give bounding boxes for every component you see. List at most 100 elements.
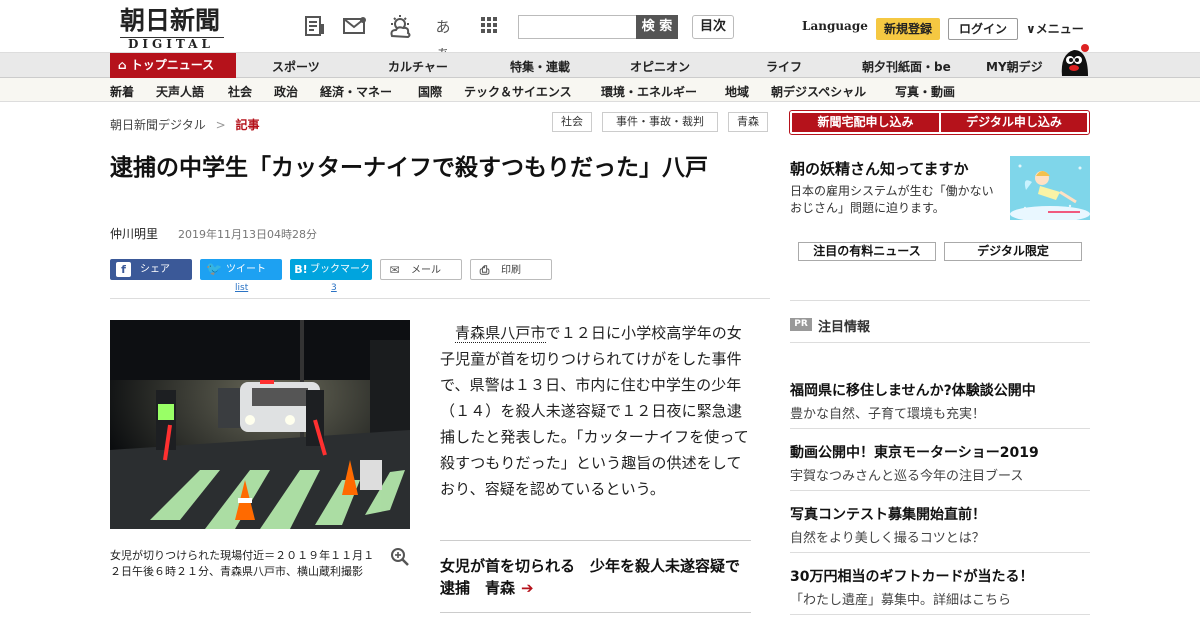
breadcrumb: 朝日新聞デジタル > 記事	[110, 116, 260, 133]
menu-label: メニュー	[1035, 22, 1084, 36]
twitter-share-button[interactable]: 🐦 ツイート	[200, 259, 282, 280]
grid-menu-icon[interactable]	[476, 14, 502, 40]
envelope-icon: ✉	[389, 263, 400, 277]
language-link[interactable]: Language	[802, 19, 868, 33]
nav2-special[interactable]: 朝デジスペシャル	[771, 83, 866, 100]
twitter-share-label: ツイート	[226, 264, 266, 275]
hatena-count[interactable]: 3	[331, 283, 337, 293]
zoom-icon[interactable]	[390, 547, 410, 567]
logo-jp-text: 朝日新聞	[120, 6, 221, 35]
pr-item-divider	[790, 614, 1090, 615]
nav-opinion[interactable]: オピニオン	[630, 58, 690, 75]
facebook-share-button[interactable]: f シェア	[110, 259, 192, 280]
nav-my-asahi[interactable]: MY朝デジ	[986, 58, 1043, 75]
related-article[interactable]: 女児が首を切られる 少年を殺人未遂容疑で逮捕 青森 ➔	[440, 540, 751, 613]
nav-features[interactable]: 特集・連載	[510, 58, 570, 75]
nav2-photo[interactable]: 写真・動画	[895, 83, 955, 100]
pr-item-text[interactable]: 「わたし遺産」募集中。詳細はこちら	[790, 589, 1011, 608]
breadcrumb-home[interactable]: 朝日新聞デジタル	[110, 118, 206, 132]
site-logo[interactable]: 朝日新聞 DIGITAL	[110, 6, 230, 51]
breadcrumb-current: 記事	[235, 118, 260, 132]
feature-title[interactable]: 朝の妖精さん知ってますか	[790, 158, 969, 179]
pr-item-divider	[790, 490, 1090, 491]
facebook-share-label: シェア	[140, 264, 170, 275]
pr-divider	[790, 342, 1090, 343]
nav2-environment[interactable]: 環境・エネルギー	[601, 83, 697, 100]
article-body-text: で１２日に小学校高学年の女子児童が首を切りつけられてけがをした事件で、県警は１３…	[440, 324, 749, 498]
subscribe-paper-button[interactable]: 新聞宅配申し込み	[792, 113, 939, 132]
index-button[interactable]: 目次	[692, 15, 734, 39]
menu-button[interactable]: ∨メニュー	[1026, 20, 1084, 37]
nav-sports[interactable]: スポーツ	[272, 58, 320, 75]
pr-item-title[interactable]: 福岡県に移住しませんか?体験談公開中	[790, 380, 1036, 400]
nav2-new[interactable]: 新着	[110, 83, 134, 100]
nav2-politics[interactable]: 政治	[274, 83, 298, 100]
pr-item-text[interactable]: 宇賀なつみさんと巡る今年の注目ブース	[790, 465, 1023, 484]
related-article-label: 女児が首を切られる 少年を殺人未遂容疑で逮捕 青森	[440, 557, 741, 597]
hatena-icon: B!	[294, 263, 308, 276]
nav-top-news-label: トップニュース	[130, 58, 215, 72]
pr-section-title: 注目情報	[818, 320, 871, 335]
nav2-tech[interactable]: テック＆サイエンス	[464, 83, 572, 100]
mail-icon[interactable]	[342, 14, 368, 40]
nav2-international[interactable]: 国際	[418, 83, 442, 100]
nav2-region[interactable]: 地域	[725, 83, 749, 100]
pr-item-divider	[790, 428, 1090, 429]
tag-incident[interactable]: 事件・事故・裁判	[602, 112, 718, 132]
secondary-nav: 新着 天声人語 社会 政治 経済・マネー 国際 テック＆サイエンス 環境・エネル…	[0, 78, 1200, 102]
pr-item-text[interactable]: 豊かな自然、子育て環境も充実！	[790, 403, 985, 422]
weather-icon[interactable]	[386, 14, 412, 40]
digital-only-button[interactable]: デジタル限定	[944, 242, 1082, 261]
pr-item-title[interactable]: 写真コンテスト募集開始直前！	[790, 504, 986, 524]
article-author: 仲川明里	[110, 227, 159, 241]
nav-life[interactable]: ライフ	[766, 58, 802, 75]
chevron-down-icon: ∨	[1026, 22, 1036, 36]
pr-item-title[interactable]: 30万円相当のギフトカードが当たる！	[790, 566, 1033, 586]
pr-badge: PR	[790, 318, 812, 331]
paid-news-button[interactable]: 注目の有料ニュース	[798, 242, 936, 261]
subscribe-box: 新聞宅配申し込み デジタル申し込み	[789, 110, 1090, 135]
feature-image[interactable]	[1010, 156, 1090, 220]
feature-text[interactable]: 日本の雇用システムが生む「働かないおじさん」問題に迫ります。	[790, 183, 1005, 217]
nav-culture[interactable]: カルチャー	[388, 58, 448, 75]
pr-item-divider	[790, 552, 1090, 553]
font-size-icon[interactable]: あぁ	[430, 14, 456, 62]
hatena-bookmark-label: ブックマーク	[310, 264, 370, 275]
article-date: 2019年11月13日04時28分	[178, 228, 317, 241]
printer-icon: ⎙	[479, 263, 490, 277]
logo-en-text: DIGITAL	[128, 37, 214, 51]
facebook-icon: f	[116, 262, 131, 277]
body-place-link[interactable]: 青森県八戸市	[455, 324, 546, 343]
photo-caption: 女児が切りつけられた現場付近＝２０１９年１１月１２日午後６時２１分、青森県八戸市…	[110, 549, 375, 578]
search-input[interactable]	[518, 15, 638, 39]
nav-top-news[interactable]: ⌂ トップニュース	[110, 53, 236, 78]
tag-society[interactable]: 社会	[552, 112, 592, 132]
related-article-title[interactable]: 女児が首を切られる 少年を殺人未遂容疑で逮捕 青森 ➔	[440, 555, 751, 599]
login-button[interactable]: ログイン	[948, 18, 1018, 40]
twitter-count[interactable]: list	[235, 283, 248, 293]
subscribe-digital-button[interactable]: デジタル申し込み	[941, 113, 1087, 132]
print-button[interactable]: ⎙ 印刷	[470, 259, 552, 280]
nav-papers[interactable]: 朝夕刊紙面・be	[862, 58, 951, 75]
print-label: 印刷	[501, 265, 521, 276]
breadcrumb-separator: >	[215, 118, 226, 132]
article-body: 青森県八戸市で１２日に小学校高学年の女子児童が首を切りつけられてけがをした事件で…	[440, 320, 750, 502]
arrow-right-icon: ➔	[521, 579, 534, 597]
tag-aomori[interactable]: 青森	[728, 112, 768, 132]
nav2-tensei[interactable]: 天声人語	[156, 83, 204, 100]
article-title: 逮捕の中学生「カッターナイフで殺すつもりだった」八戸	[110, 155, 708, 181]
article-photo[interactable]	[110, 320, 410, 529]
twitter-bird-icon: 🐦	[206, 262, 223, 277]
pr-item-text[interactable]: 自然をより美しく撮るコツとは？	[790, 527, 985, 546]
register-button[interactable]: 新規登録	[876, 18, 940, 40]
hatena-bookmark-button[interactable]: B! ブックマーク	[290, 259, 372, 280]
primary-nav: ⌂ トップニュース スポーツ カルチャー 特集・連載 オピニオン ライフ 朝夕刊…	[0, 52, 1200, 78]
nav2-economy[interactable]: 経済・マネー	[320, 83, 392, 100]
newspaper-icon[interactable]	[302, 14, 328, 40]
mail-share-label: メール	[411, 265, 441, 276]
nav2-society[interactable]: 社会	[228, 83, 252, 100]
home-icon: ⌂	[118, 58, 131, 72]
search-button[interactable]: 検 索	[636, 15, 678, 39]
mail-share-button[interactable]: ✉ メール	[380, 259, 462, 280]
pr-item-title[interactable]: 動画公開中！東京モーターショー2019	[790, 442, 1039, 462]
